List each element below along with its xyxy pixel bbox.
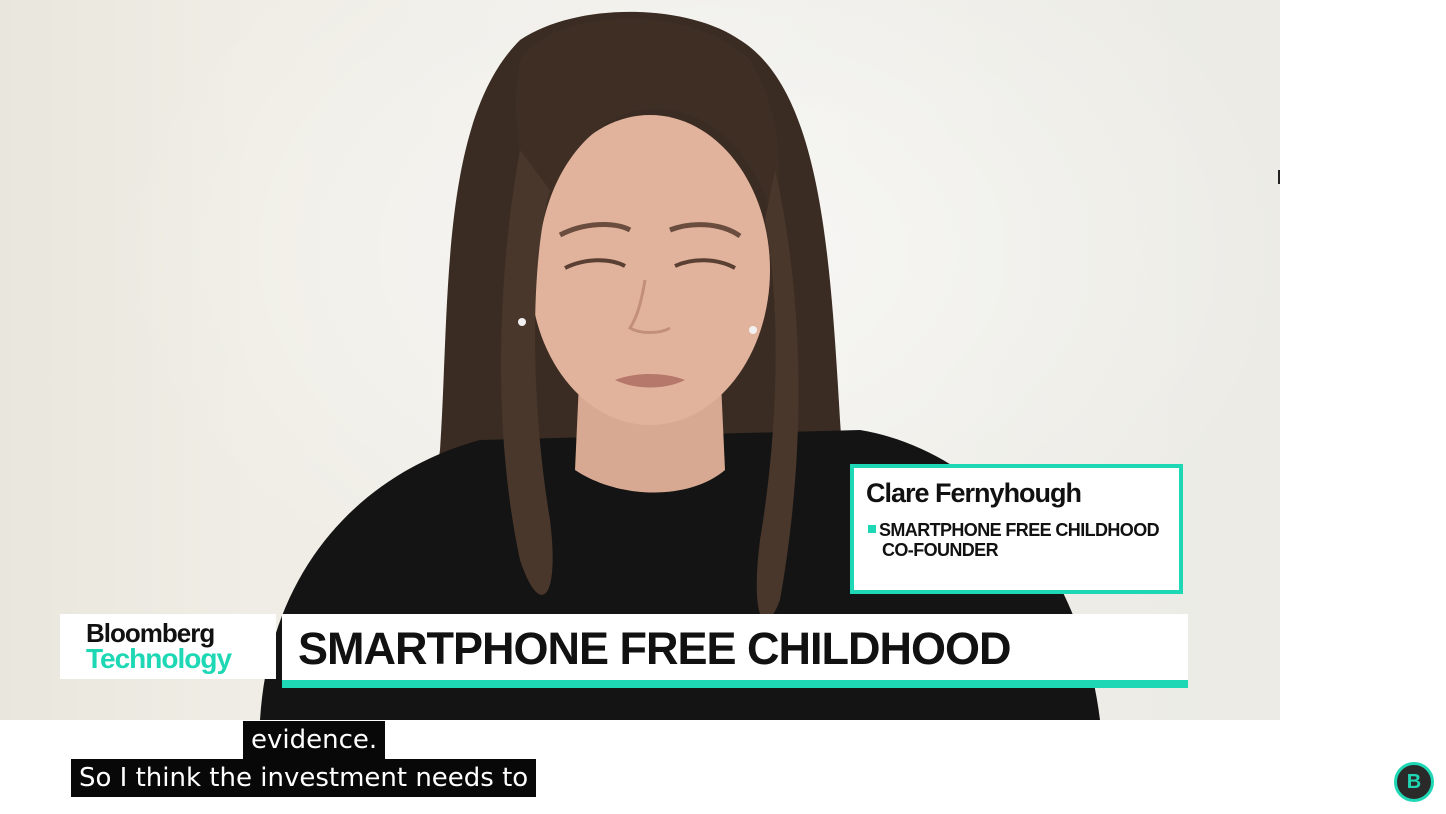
bloomberg-technology-logo: Bloomberg Technology bbox=[60, 614, 276, 679]
page: Clare Fernyhough SMARTPHONE FREE CHILDHO… bbox=[0, 0, 1446, 814]
video-frame[interactable]: Clare Fernyhough SMARTPHONE FREE CHILDHO… bbox=[0, 0, 1280, 720]
guest-role: SMARTPHONE FREE CHILDHOOD CO-FOUNDER bbox=[868, 520, 1160, 560]
bullet-icon bbox=[868, 525, 876, 533]
headline-text: SMARTPHONE FREE CHILDHOOD bbox=[298, 623, 1012, 674]
channel-watermark-icon[interactable]: B bbox=[1394, 762, 1434, 802]
brand-line2: Technology bbox=[86, 643, 232, 674]
headline-bar: SMARTPHONE FREE CHILDHOOD bbox=[282, 614, 1188, 688]
speaker-image bbox=[260, 11, 1100, 720]
guest-role-line1: SMARTPHONE FREE CHILDHOOD bbox=[879, 520, 1160, 540]
guest-name-card: Clare Fernyhough SMARTPHONE FREE CHILDHO… bbox=[850, 464, 1183, 594]
caption-line-1: evidence. bbox=[243, 721, 386, 759]
text-cursor-icon bbox=[1278, 170, 1280, 184]
guest-role-line2: CO-FOUNDER bbox=[882, 540, 999, 560]
channel-badge-letter: B bbox=[1406, 770, 1422, 793]
guest-name: Clare Fernyhough bbox=[866, 478, 1082, 508]
caption-line-2: So I think the investment needs to bbox=[71, 759, 537, 797]
